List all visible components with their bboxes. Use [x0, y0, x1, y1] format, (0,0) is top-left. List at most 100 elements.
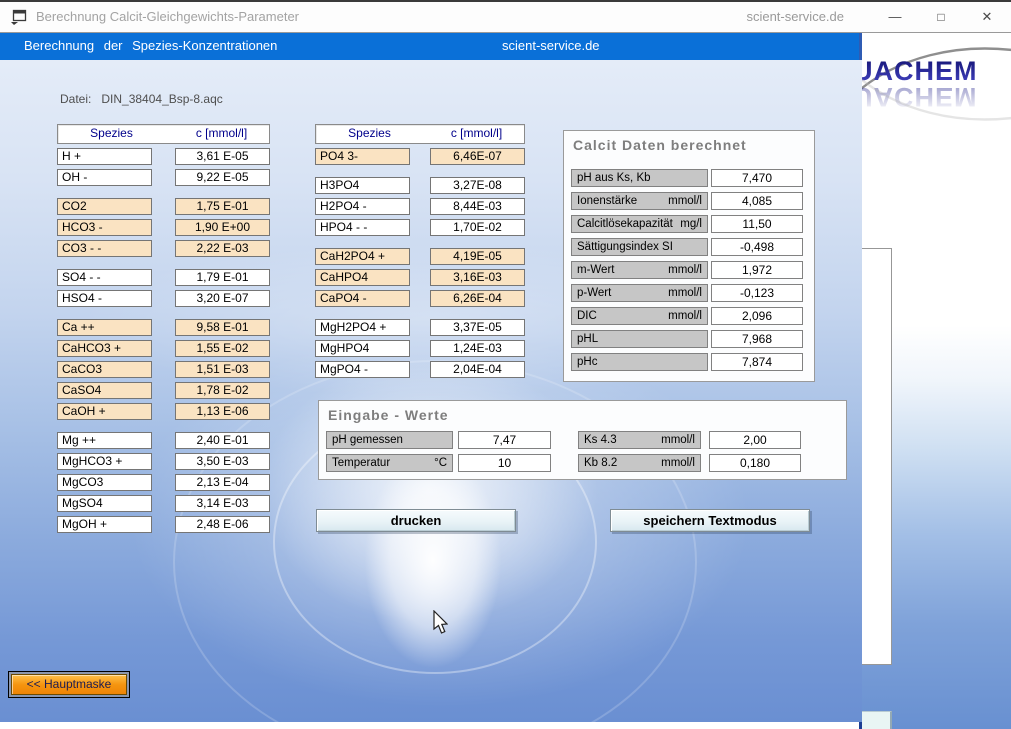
result-label-text: pH aus Ks, Kb: [577, 172, 651, 184]
species-value: 2,04E-04: [430, 361, 525, 378]
species-label: CO2: [57, 198, 152, 215]
species-label: CaHPO4: [315, 269, 410, 286]
main-mask-button[interactable]: << Hauptmaske: [11, 674, 127, 695]
result-label-text: DIC: [577, 310, 597, 322]
form-header-bar: Berechnung der Spezies-Konzentrationen s…: [0, 33, 862, 60]
species-value: 6,46E-07: [430, 148, 525, 165]
species-label: Mg ++: [57, 432, 152, 449]
species-column-header: Spezies: [90, 126, 133, 140]
species-value: 2,22 E-03: [175, 240, 270, 257]
result-value: 7,470: [711, 169, 803, 187]
species-value: 9,58 E-01: [175, 319, 270, 336]
species-value: 6,26E-04: [430, 290, 525, 307]
species-label: HSO4 -: [57, 290, 152, 307]
species-label: H +: [57, 148, 152, 165]
species-label: CaCO3: [57, 361, 152, 378]
result-value: 11,50: [711, 215, 803, 233]
title-bar: Berechnung Calcit-Gleichgewichts-Paramet…: [0, 2, 1011, 33]
input-label-text: Temperatur: [332, 457, 391, 469]
species-value: 2,13 E-04: [175, 474, 270, 491]
input-value[interactable]: 10: [458, 454, 551, 472]
result-label-unit: mmol/l: [668, 195, 702, 207]
input-values-panel: Eingabe - Werte pH gemessen 7,47 Temperatu…: [318, 400, 847, 480]
result-value: 7,874: [711, 353, 803, 371]
species-value: 3,27E-08: [430, 177, 525, 194]
species-label: PO4 3-: [315, 148, 410, 165]
result-label-text: p-Wert: [577, 287, 612, 299]
form-icon: [11, 9, 27, 25]
species-label: MgOH +: [57, 516, 152, 533]
aquachem-logo: UACHEM UACHEM: [862, 47, 1011, 121]
input-label-unit: mmol/l: [661, 457, 695, 469]
input-label: Kb 8.2 mmol/l: [578, 454, 701, 472]
form-client-area: Datei: DIN_38404_Bsp-8.aqc Spezies c [mmo…: [0, 60, 862, 729]
input-panel-title: Eingabe - Werte: [328, 407, 449, 423]
result-label-unit: mmol/l: [668, 264, 702, 276]
result-label-text: pHc: [577, 356, 598, 368]
concentration-column-header: c [mmol/l]: [195, 126, 248, 140]
species-value: 1,51 E-03: [175, 361, 270, 378]
result-value: 7,968: [711, 330, 803, 348]
result-value: -0,123: [711, 284, 803, 302]
species-label: CaHCO3 +: [57, 340, 152, 357]
file-name: DIN_38404_Bsp-8.aqc: [101, 92, 223, 106]
save-textmode-button[interactable]: speichern Textmodus: [610, 509, 810, 532]
species-label: MgHCO3 +: [57, 453, 152, 470]
species-label: SO4 - -: [57, 269, 152, 286]
species-label: CaPO4 -: [315, 290, 410, 307]
species-column-header: Spezies: [348, 126, 391, 140]
calcit-panel-title: Calcit Daten berechnet: [573, 137, 747, 153]
species-value: 3,37E-05: [430, 319, 525, 336]
calcit-results-panel: Calcit Daten berechnet pH aus Ks, Kb 7,47…: [563, 130, 815, 382]
species-label: CO3 - -: [57, 240, 152, 257]
species-value: 1,75 E-01: [175, 198, 270, 215]
species-label: Ca ++: [57, 319, 152, 336]
result-label-unit: mmol/l: [668, 287, 702, 299]
input-value[interactable]: 2,00: [709, 431, 801, 449]
input-label-text: Kb 8.2: [584, 457, 618, 469]
result-label-unit: mmol/l: [668, 310, 702, 322]
input-label-unit: °C: [434, 457, 447, 469]
background-window-strip: UACHEM UACHEM: [862, 33, 1011, 729]
result-label: DIC mmol/l: [571, 307, 708, 325]
input-value[interactable]: 0,180: [709, 454, 801, 472]
species-value: 3,14 E-03: [175, 495, 270, 512]
print-button[interactable]: drucken: [316, 509, 516, 532]
main-mask-button-frame: << Hauptmaske: [8, 671, 130, 698]
input-label-unit: mmol/l: [661, 434, 695, 446]
species-label: MgPO4 -: [315, 361, 410, 378]
species-label: H3PO4: [315, 177, 410, 194]
species-label: MgSO4: [57, 495, 152, 512]
species-label: HPO4 - -: [315, 219, 410, 236]
result-label-text: Ionenstärke: [577, 195, 638, 207]
result-label-unit: mg/l: [680, 218, 702, 230]
minimize-button[interactable]: —: [872, 2, 918, 32]
close-button[interactable]: ✕: [964, 2, 1010, 32]
species-label: MgCO3: [57, 474, 152, 491]
species-table-header: Spezies c [mmol/l]: [315, 124, 525, 144]
logo-text-reflection: UACHEM: [862, 82, 978, 112]
result-value: 1,972: [711, 261, 803, 279]
input-label: pH gemessen: [326, 431, 453, 449]
species-label: CaH2PO4 +: [315, 248, 410, 265]
input-value[interactable]: 7,47: [458, 431, 551, 449]
species-table-header: Spezies c [mmol/l]: [57, 124, 270, 144]
species-label: HCO3 -: [57, 219, 152, 236]
background-window-panel: [862, 248, 892, 665]
result-label-text: Calcitlösekapazität: [577, 218, 673, 230]
species-value: 2,40 E-01: [175, 432, 270, 449]
species-value: 1,70E-02: [430, 219, 525, 236]
species-value: 1,90 E+00: [175, 219, 270, 236]
result-label: Calcitlösekapazität mg/l: [571, 215, 708, 233]
file-label: Datei:: [60, 92, 92, 106]
file-name-label: Datei: DIN_38404_Bsp-8.aqc: [60, 92, 233, 106]
species-value: 3,61 E-05: [175, 148, 270, 165]
maximize-button[interactable]: □: [918, 2, 964, 32]
result-label: Sättigungsindex SI: [571, 238, 708, 256]
result-label-text: m-Wert: [577, 264, 615, 276]
form-header-title: Berechnung der Spezies-Konzentrationen: [24, 38, 278, 53]
background-window-corner: [862, 711, 892, 729]
result-label: pHL: [571, 330, 708, 348]
species-value: 1,78 E-02: [175, 382, 270, 399]
species-label: CaOH +: [57, 403, 152, 420]
